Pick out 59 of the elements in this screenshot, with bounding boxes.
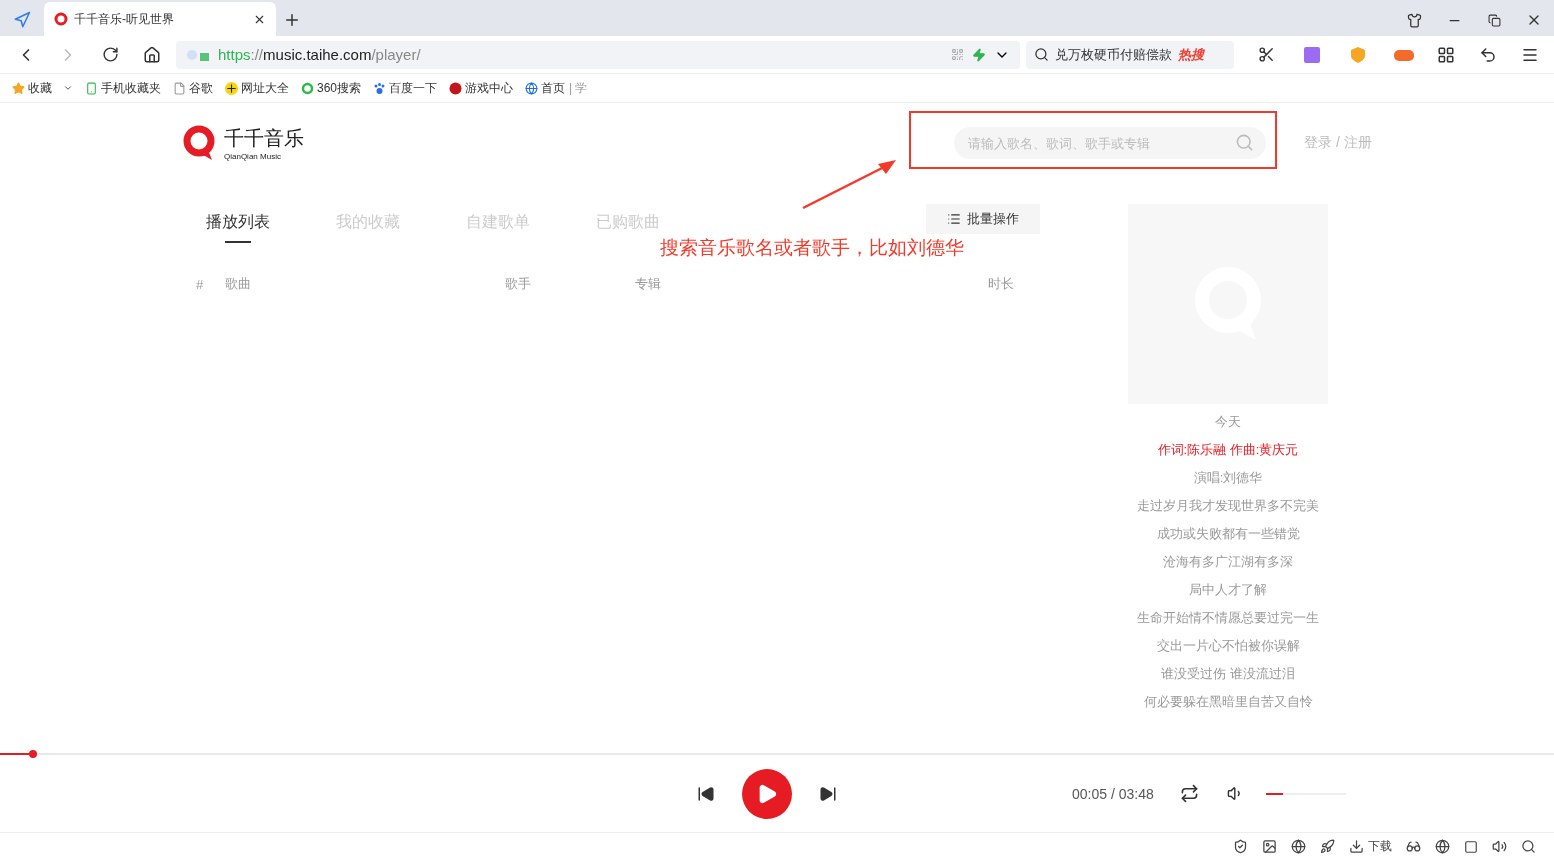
column-header: # xyxy=(196,276,205,292)
lyric-line: 演唱:刘德华 xyxy=(1193,469,1263,487)
time-text: 00:05 / 03:48 xyxy=(1072,785,1154,802)
hot-search-text: 兑万枚硬币付赔偿款 xyxy=(1055,45,1172,64)
search-icon xyxy=(1034,47,1049,62)
shield-icon[interactable] xyxy=(1233,839,1248,854)
bookmark[interactable]: 手机收藏夹 xyxy=(85,79,161,97)
globe-icon[interactable] xyxy=(1291,839,1306,854)
browser-icon[interactable] xyxy=(1435,839,1450,854)
lyric-line: 局中人才了解 xyxy=(1189,581,1267,599)
window-icon[interactable] xyxy=(1464,839,1478,854)
hot-label: 热搜 xyxy=(1178,45,1204,64)
column-header: 歌手 xyxy=(505,275,532,293)
play-button[interactable] xyxy=(742,768,792,819)
batch-button[interactable]: 批量操作 xyxy=(926,204,1040,234)
music-logo-icon xyxy=(54,12,68,26)
lyric-line: 沧海有多广江湖有多深 xyxy=(1163,553,1293,571)
url-text: https://music.taihe.com/player/ xyxy=(218,46,422,63)
lyric-line: 作词:陈乐融 作曲:黄庆元 xyxy=(1157,441,1299,459)
logo-name: 千千音乐 xyxy=(224,126,304,151)
column-header: 时长 xyxy=(988,275,1015,293)
caret-icon[interactable] xyxy=(63,83,73,93)
lyric-line: 今天 xyxy=(1215,413,1241,431)
paw-icon xyxy=(373,81,387,95)
search-icon[interactable] xyxy=(1521,839,1536,854)
rocket-icon[interactable] xyxy=(1320,839,1335,854)
annotation-text: 搜索音乐歌名或者歌手，比如刘德华 xyxy=(660,237,964,259)
bookmark[interactable]: 网址大全 xyxy=(225,79,289,97)
browser-tab[interactable]: 千千音乐-听见世界 xyxy=(44,2,276,36)
tab-title: 千千音乐-听见世界 xyxy=(74,10,175,28)
column-header: 歌曲 xyxy=(225,275,252,293)
download-button[interactable]: 下载 xyxy=(1349,838,1392,855)
site-logo[interactable]: 千千音乐 QianQian Music xyxy=(180,124,304,162)
download-icon xyxy=(1349,839,1364,854)
lyric-line: 何必要躲在黑暗里自苦又自怜 xyxy=(1143,693,1313,711)
lyric-line: 走过岁月我才发现世界多不完美 xyxy=(1137,497,1319,515)
lyric-line: 谁没受过伤 谁没流过泪 xyxy=(1161,665,1295,683)
logo-subtitle: QianQian Music xyxy=(224,152,282,161)
bookmark[interactable]: 百度一下 xyxy=(373,79,438,97)
phone-icon xyxy=(85,81,98,95)
star-icon xyxy=(12,81,25,95)
glasses-icon[interactable] xyxy=(1406,839,1421,854)
sound-icon[interactable] xyxy=(1492,839,1507,854)
bookmark[interactable]: 谷歌 xyxy=(173,79,213,97)
bookmark[interactable]: 360搜索 xyxy=(301,79,362,97)
tab[interactable]: 播放列表 xyxy=(206,204,270,243)
ring-icon xyxy=(301,81,314,95)
bookmark[interactable]: 游戏中心 xyxy=(449,79,514,97)
globe-icon xyxy=(525,81,539,95)
hot-search-box[interactable]: 兑万枚硬币付赔偿款 热搜 xyxy=(1026,40,1234,69)
plus-icon xyxy=(225,81,238,95)
bookmark[interactable]: 收藏 xyxy=(12,79,73,97)
bookmark[interactable]: 首页 xyxy=(525,79,566,97)
bookmark-overflow: | 学 xyxy=(569,79,588,97)
column-header: 专辑 xyxy=(635,275,662,293)
image-icon[interactable] xyxy=(1262,839,1277,854)
address-bar[interactable]: https://music.taihe.com/player/ xyxy=(176,40,1020,69)
file-icon xyxy=(173,81,186,95)
list-icon xyxy=(947,212,961,226)
